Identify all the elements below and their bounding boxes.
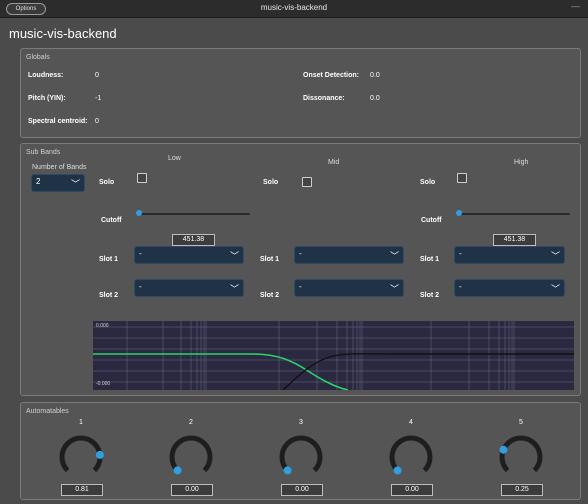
knob-2[interactable] — [168, 434, 214, 480]
knob-number-2: 2 — [189, 419, 193, 426]
spectral-centroid-value: 0 — [95, 118, 99, 125]
number-of-bands-value: 2 — [36, 177, 41, 186]
title-bar: Options music-vis-backend — — [0, 0, 588, 18]
minimize-icon[interactable]: — — [571, 1, 580, 11]
chevron-down-icon: ﹀ — [70, 179, 80, 189]
globals-label: Globals — [26, 54, 50, 61]
knob-track — [389, 435, 433, 473]
automatables-label: Automatables — [26, 408, 69, 415]
knob-track — [279, 435, 323, 473]
slot1-value-high: - — [459, 249, 462, 258]
chevron-down-icon: ﹀ — [389, 284, 399, 294]
graph-bottom-label: -0.000 — [96, 381, 111, 387]
number-of-bands-label: Number of Bands — [32, 164, 87, 171]
knob-number-5: 5 — [519, 419, 523, 426]
solo-label-high: Solo — [420, 179, 436, 186]
pitch-label: Pitch (YIN): — [28, 95, 66, 102]
band-header-low: Low — [168, 155, 181, 162]
slot2-label-mid: Slot 2 — [260, 292, 280, 299]
slot2-value-low: - — [139, 282, 142, 291]
knob-4[interactable] — [388, 434, 434, 480]
knob-indicator — [393, 466, 402, 475]
frequency-response-graph: 0.000 -0.000 — [93, 321, 574, 390]
slot2-value-high: - — [459, 282, 462, 291]
graph-top-label: 0.000 — [96, 323, 109, 329]
slot2-select-mid[interactable]: - ﹀ — [294, 279, 404, 297]
knob-value-5[interactable]: 0.25 — [501, 484, 543, 496]
low-band-curve — [93, 353, 349, 390]
spectral-centroid-label: Spectral centroid: — [28, 118, 88, 125]
knob-value-3[interactable]: 0.00 — [281, 484, 323, 496]
knob-number-1: 1 — [79, 419, 83, 426]
chevron-down-icon: ﹀ — [229, 284, 239, 294]
knob-number-3: 3 — [299, 419, 303, 426]
slot2-value-mid: - — [299, 282, 302, 291]
knob-track — [499, 435, 543, 473]
knob-indicator — [173, 466, 182, 475]
slot1-select-low[interactable]: - ﹀ — [134, 246, 244, 264]
high-band-curve — [282, 353, 574, 390]
cutoff-slider-high-thumb[interactable] — [456, 210, 462, 216]
slot1-value-mid: - — [299, 249, 302, 258]
slot2-select-high[interactable]: - ﹀ — [454, 279, 565, 297]
solo-checkbox-mid[interactable] — [302, 177, 312, 187]
app-title: music-vis-backend — [9, 26, 117, 41]
slot1-select-mid[interactable]: - ﹀ — [294, 246, 404, 264]
cutoff-slider-low-thumb[interactable] — [136, 210, 142, 216]
solo-checkbox-high[interactable] — [457, 173, 467, 183]
cutoff-value-high[interactable]: 451.38 — [493, 234, 536, 246]
slot2-select-low[interactable]: - ﹀ — [134, 279, 244, 297]
cutoff-slider-low[interactable] — [137, 213, 250, 215]
dissonance-label: Dissonance: — [303, 95, 345, 102]
number-of-bands-select[interactable]: 2 ﹀ — [31, 174, 85, 192]
knob-indicator — [283, 466, 292, 475]
cutoff-label-high: Cutoff — [421, 217, 442, 224]
sub-bands-label: Sub Bands — [26, 149, 61, 156]
knob-3[interactable] — [278, 434, 324, 480]
solo-label-mid: Solo — [263, 179, 279, 186]
dissonance-value: 0.0 — [370, 95, 380, 102]
knob-indicator — [95, 450, 104, 459]
knob-track — [169, 435, 213, 473]
loudness-value: 0 — [95, 72, 99, 79]
knob-value-2[interactable]: 0.00 — [171, 484, 213, 496]
slot2-label-low: Slot 2 — [99, 292, 119, 299]
globals-panel: Globals Loudness: 0 Pitch (YIN): -1 Spec… — [20, 48, 581, 138]
chevron-down-icon: ﹀ — [229, 251, 239, 261]
loudness-label: Loudness: — [28, 72, 64, 79]
slot1-label-high: Slot 1 — [420, 256, 440, 263]
knob-5[interactable] — [498, 434, 544, 480]
solo-label-low: Solo — [99, 179, 115, 186]
app-window: Options music-vis-backend — music-vis-ba… — [0, 0, 588, 504]
knob-number-4: 4 — [409, 419, 413, 426]
slot2-label-high: Slot 2 — [420, 292, 440, 299]
chevron-down-icon: ﹀ — [550, 251, 560, 261]
knob-indicator — [499, 445, 508, 454]
knob-1[interactable] — [58, 434, 104, 480]
band-header-high: High — [514, 159, 529, 166]
slot1-label-low: Slot 1 — [99, 256, 119, 263]
pitch-value: -1 — [95, 95, 102, 102]
solo-checkbox-low[interactable] — [137, 173, 147, 183]
onset-detection-value: 0.0 — [370, 72, 380, 79]
knob-value-1[interactable]: 0.81 — [61, 484, 103, 496]
cutoff-slider-high[interactable] — [457, 213, 570, 215]
chevron-down-icon: ﹀ — [389, 251, 399, 261]
slot1-select-high[interactable]: - ﹀ — [454, 246, 565, 264]
cutoff-value-low[interactable]: 451.38 — [172, 234, 215, 246]
band-header-mid: Mid — [328, 159, 340, 166]
window-title: music-vis-backend — [260, 3, 328, 12]
knob-value-4[interactable]: 0.00 — [391, 484, 433, 496]
slot1-label-mid: Slot 1 — [260, 256, 280, 263]
slot1-value-low: - — [139, 249, 142, 258]
onset-detection-label: Onset Detection: — [303, 72, 360, 79]
cutoff-label-low: Cutoff — [101, 217, 122, 224]
knob-track — [59, 435, 103, 473]
chevron-down-icon: ﹀ — [550, 284, 560, 294]
